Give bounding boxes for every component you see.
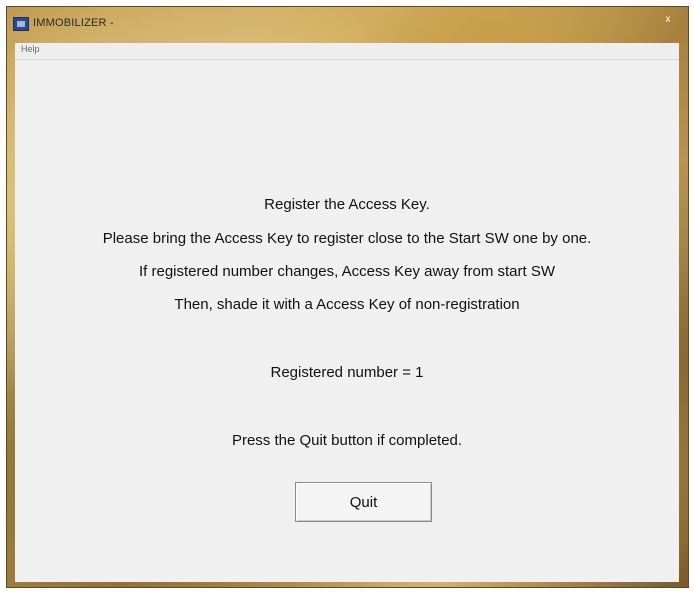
app-icon [13, 17, 29, 31]
completion-instruction: Press the Quit button if completed. [231, 432, 463, 449]
menu-item-help[interactable]: Help [21, 44, 40, 54]
screenshot-frame: IMMOBILIZER - x Help Register the Access… [0, 0, 694, 593]
instruction-line-2: If registered number changes, Access Key… [138, 263, 555, 280]
close-button[interactable]: x [656, 11, 680, 29]
window-title: IMMOBILIZER - [33, 17, 114, 29]
dialog-content: Register the Access Key. Please bring th… [15, 60, 679, 582]
instruction-line-1: Please bring the Access Key to register … [102, 230, 592, 247]
menu-bar: Help [15, 43, 679, 60]
heading-register: Register the Access Key. [264, 196, 430, 213]
instruction-line-3: Then, shade it with a Access Key of non-… [174, 296, 520, 313]
registered-number-label: Registered number = 1 [270, 364, 424, 381]
title-bar[interactable]: IMMOBILIZER - x [7, 7, 688, 41]
quit-button[interactable]: Quit [295, 482, 432, 522]
application-window: IMMOBILIZER - x Help Register the Access… [6, 6, 689, 588]
